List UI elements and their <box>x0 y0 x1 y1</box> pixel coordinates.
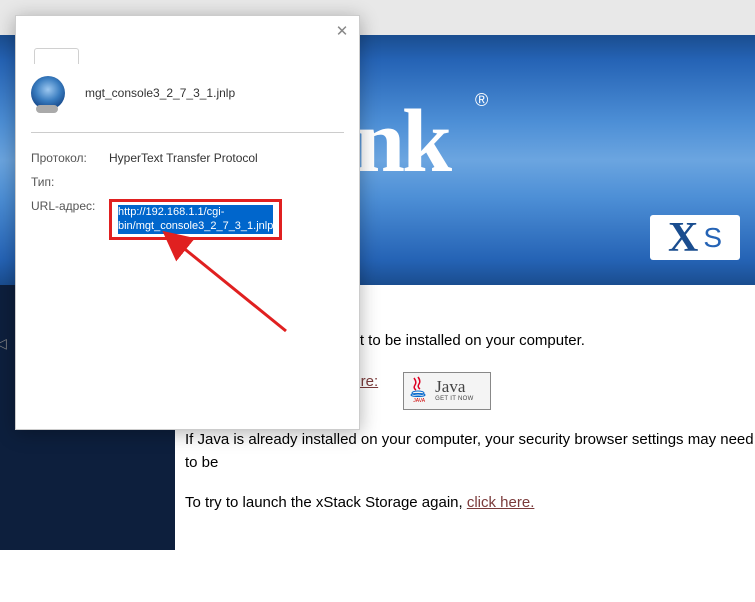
xs-badge: X S <box>650 215 740 260</box>
java-get-it-now-badge[interactable]: JAVA Java GET IT NOW <box>403 372 491 410</box>
relaunch-link[interactable]: click here. <box>467 494 535 511</box>
file-name: mgt_console3_2_7_3_1.jnlp <box>85 86 235 100</box>
registered-mark: ® <box>475 90 488 111</box>
java-label: Java <box>435 378 473 395</box>
dialog-header: mgt_console3_2_7_3_1.jnlp <box>31 76 344 133</box>
xs-s-letter: S <box>703 222 722 254</box>
type-label: Тип: <box>31 175 109 189</box>
protocol-label: Протокол: <box>31 151 109 165</box>
dialog-tab[interactable] <box>34 48 79 64</box>
java-getitnow-label: GET IT NOW <box>435 395 473 404</box>
type-value <box>109 175 344 189</box>
globe-link-icon <box>31 76 65 110</box>
java-cup-icon: JAVA <box>406 376 432 406</box>
close-icon[interactable]: ✕ <box>333 22 351 40</box>
url-highlight-box: http://192.168.1.1/cgi-bin/mgt_console3_… <box>109 199 282 240</box>
relaunch-prefix: To try to launch the xStack Storage agai… <box>185 494 467 511</box>
security-settings-text: If Java is already installed on your com… <box>185 429 755 474</box>
url-value[interactable]: http://192.168.1.1/cgi-bin/mgt_console3_… <box>118 205 273 234</box>
annotation-arrow-icon <box>146 226 326 356</box>
nav-prev-icon[interactable]: ◁ <box>0 335 7 352</box>
url-label: URL-адрес: <box>31 199 109 240</box>
brand-logo-text: nk <box>355 90 449 193</box>
protocol-value: HyperText Transfer Protocol <box>109 151 344 165</box>
properties-list: Протокол: HyperText Transfer Protocol Ти… <box>31 151 344 240</box>
file-properties-dialog: ✕ mgt_console3_2_7_3_1.jnlp Протокол: Hy… <box>15 15 360 430</box>
xs-x-letter: X <box>668 214 698 262</box>
